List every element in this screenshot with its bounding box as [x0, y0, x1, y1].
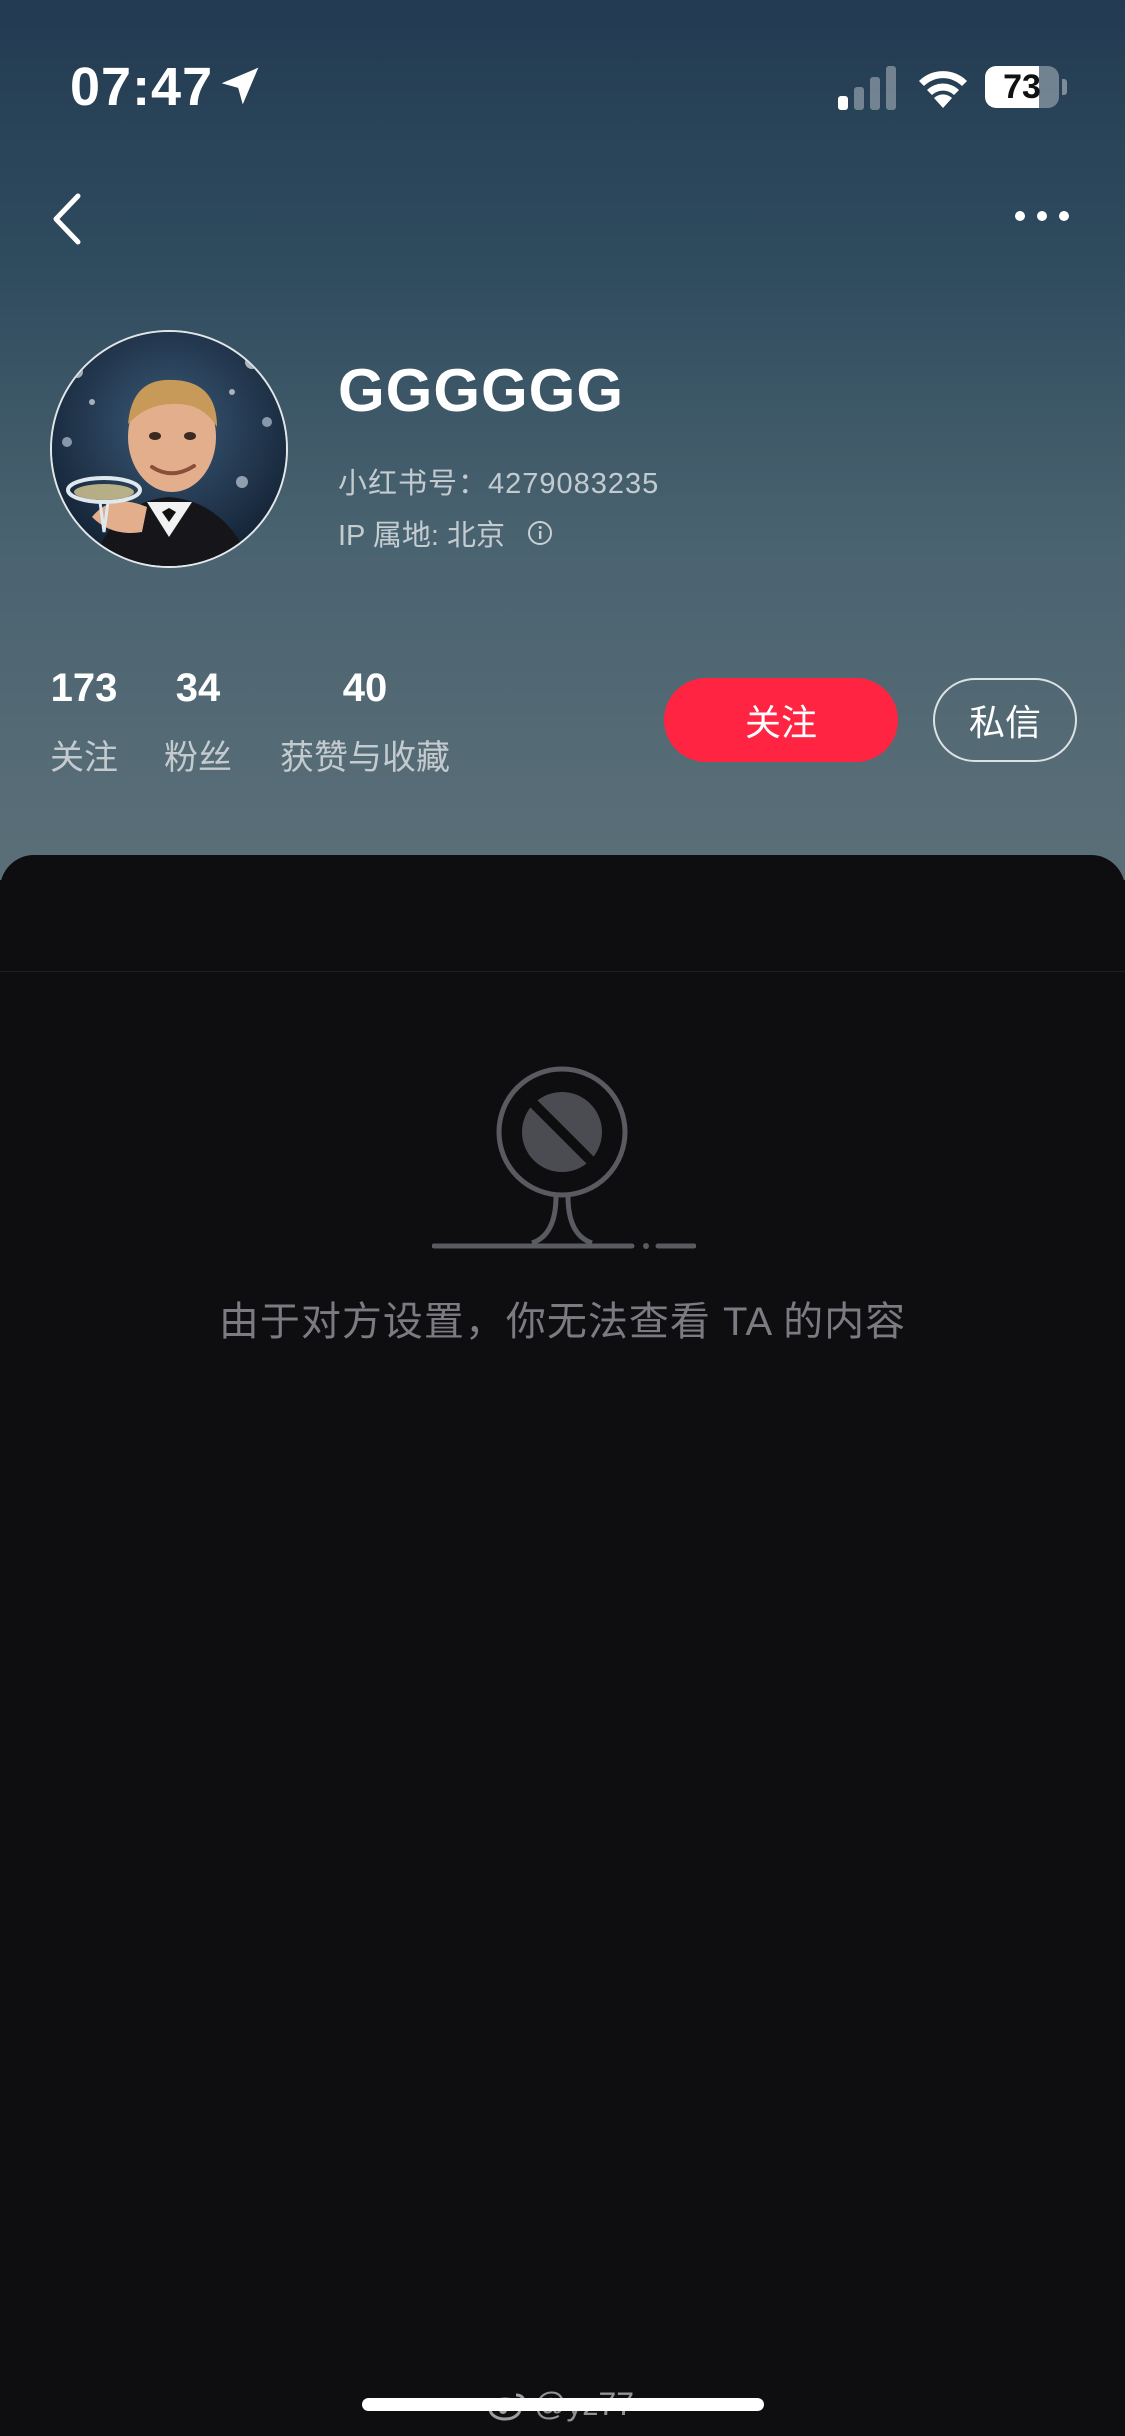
- follow-button[interactable]: 关注: [664, 678, 898, 762]
- wifi-icon: [919, 71, 967, 108]
- watermark-text: @yz77: [534, 2386, 635, 2422]
- avatar-image: [52, 332, 286, 566]
- info-icon[interactable]: [527, 520, 553, 546]
- back-button[interactable]: [44, 184, 94, 254]
- weibo-icon: [488, 2393, 526, 2420]
- following-count[interactable]: 173: [36, 666, 132, 711]
- location-arrow-icon: [221, 67, 259, 105]
- following-label[interactable]: 关注: [36, 730, 132, 779]
- content-panel: 由于对方设置，你无法查看 TA 的内容: [0, 855, 1125, 2436]
- empty-content-message: 由于对方设置，你无法查看 TA 的内容: [218, 1300, 907, 1344]
- message-button[interactable]: 私信: [933, 678, 1077, 762]
- followers-label[interactable]: 粉丝: [150, 730, 246, 779]
- cellular-signal-icon: [838, 66, 896, 110]
- ip-location-text: IP 属地: 北京: [338, 520, 506, 552]
- watermark: @yz77: [488, 2386, 634, 2423]
- likes-collections-count[interactable]: 40: [270, 666, 460, 711]
- redbook-id: 小红书号：4279083235: [338, 468, 660, 500]
- followers-count[interactable]: 34: [150, 666, 246, 711]
- avatar[interactable]: [50, 330, 288, 568]
- battery-indicator: 73: [985, 66, 1067, 108]
- status-time: 07:47: [70, 57, 214, 117]
- battery-percentage: 73: [1003, 68, 1041, 106]
- panel-divider: [0, 971, 1125, 972]
- blocked-content-icon: [432, 1066, 696, 1249]
- likes-collections-label[interactable]: 获赞与收藏: [270, 730, 460, 779]
- username: GGGGGG: [338, 357, 625, 424]
- ip-location: IP 属地: 北京: [338, 512, 553, 554]
- more-options-button[interactable]: [1010, 196, 1074, 236]
